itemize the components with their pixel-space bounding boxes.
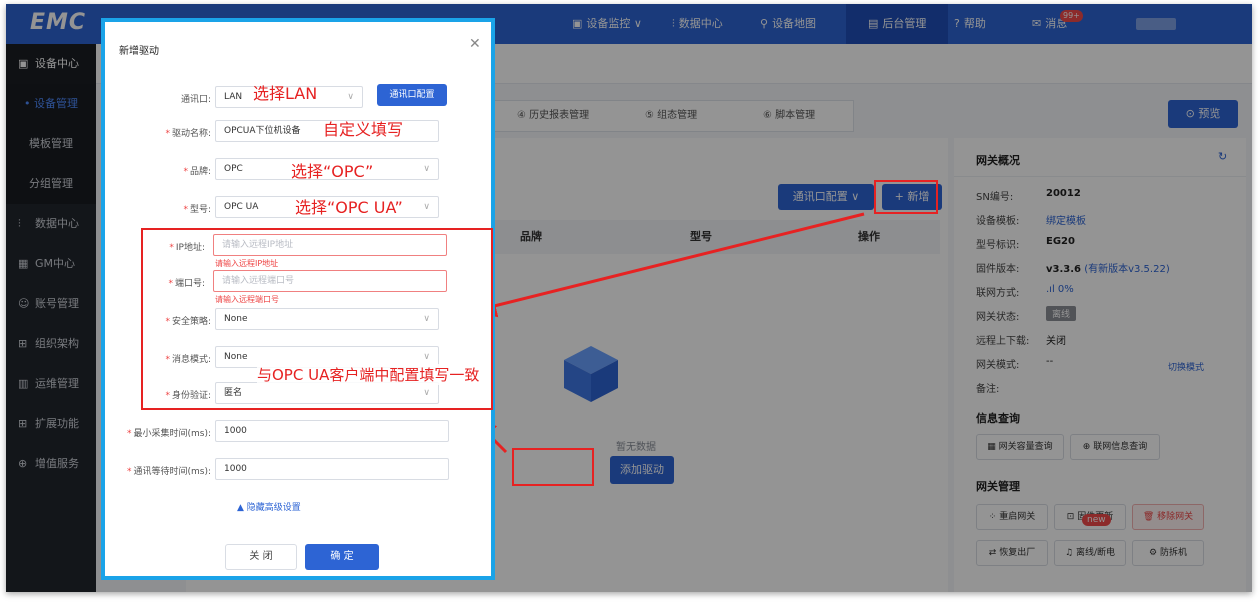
modal-comm-config-button[interactable]: 通讯口配置 bbox=[377, 84, 447, 106]
field-label-wait-time: * 通讯等待时间(ms): bbox=[126, 467, 211, 477]
annotation-select-opcua: 选择“OPC UA” bbox=[295, 198, 403, 217]
ip-address-input[interactable]: 请输入远程IP地址 bbox=[213, 234, 447, 256]
field-label-model: * 型号: bbox=[183, 205, 211, 215]
security-policy-select[interactable]: None ∨ bbox=[215, 308, 439, 330]
auth-select[interactable]: 匿名 ∨ bbox=[215, 382, 439, 404]
chevron-down-icon: ∨ bbox=[423, 314, 430, 324]
chevron-down-icon: ∨ bbox=[423, 388, 430, 398]
field-label-security: * 安全策略: bbox=[165, 317, 211, 327]
field-label-driver-name: * 驱动名称: bbox=[165, 129, 211, 139]
ip-error-text: 请输入远程IP地址 bbox=[215, 259, 279, 268]
app-window: EMC ▣ 设备监控 ∨ ⫶ 数据中心 ⚲ 设备地图 ▤ 后台管理 ? 帮助 ✉ 消息 99… bbox=[6, 4, 1252, 592]
field-label-ip: * IP地址: bbox=[169, 243, 205, 253]
add-driver-modal: 新增驱动 ✕ 通讯口: LAN ∨ 通讯口配置 * 驱动名称: OPCUA下位机设备… bbox=[101, 18, 495, 580]
port-error-text: 请输入远程端口号 bbox=[215, 295, 279, 304]
annotation-select-opc: 选择“OPC” bbox=[291, 162, 374, 181]
chevron-down-icon: ∨ bbox=[423, 164, 430, 174]
annotation-select-lan: 选择LAN bbox=[253, 84, 318, 103]
comm-wait-time-input[interactable]: 1000 bbox=[215, 458, 449, 480]
modal-title: 新增驱动 bbox=[119, 46, 159, 57]
chevron-down-icon: ∨ bbox=[423, 202, 430, 212]
min-collect-time-input[interactable]: 1000 bbox=[215, 420, 449, 442]
port-number-input[interactable]: 请输入远程端口号 bbox=[213, 270, 447, 292]
field-label-port: 通讯口: bbox=[180, 95, 211, 105]
annotation-consistent: 与OPC UA客户端中配置填写一致 bbox=[257, 364, 480, 385]
hide-advanced-link[interactable]: ▲ 隐藏高级设置 bbox=[237, 500, 301, 513]
annotation-custom-name: 自定义填写 bbox=[323, 120, 404, 139]
field-label-message-mode: * 消息模式: bbox=[165, 355, 211, 365]
field-label-brand: * 品牌: bbox=[183, 167, 211, 177]
close-icon[interactable]: ✕ bbox=[469, 36, 481, 52]
field-label-port-number: * 端口号: bbox=[168, 279, 205, 289]
chevron-down-icon: ∨ bbox=[347, 92, 354, 102]
field-label-auth: * 身份验证: bbox=[165, 391, 211, 401]
modal-confirm-button[interactable]: 确 定 bbox=[305, 544, 379, 570]
field-label-min-collect: * 最小采集时间(ms): bbox=[126, 429, 211, 439]
modal-close-button[interactable]: 关 闭 bbox=[225, 544, 297, 570]
